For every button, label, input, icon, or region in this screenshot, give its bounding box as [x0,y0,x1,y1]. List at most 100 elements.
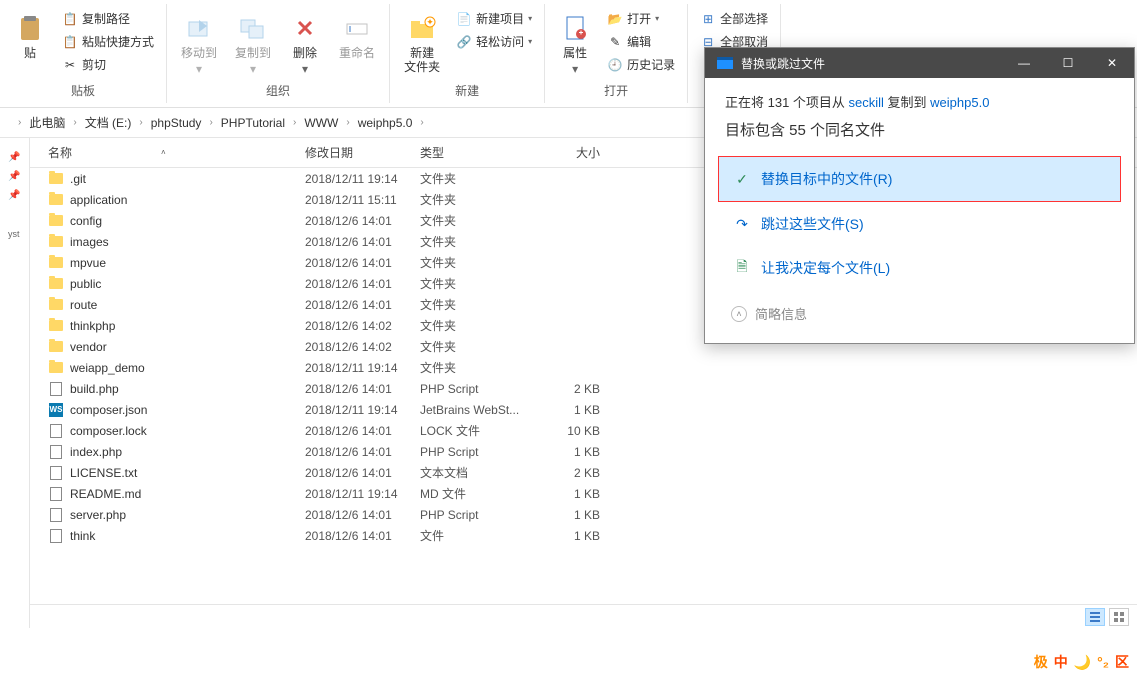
easy-access-button[interactable]: 🔗轻松访问▾ [452,31,536,52]
file-date: 2018/12/6 14:01 [305,445,420,459]
file-type: 文件夹 [420,275,540,292]
minimize-button[interactable]: — [1002,49,1046,77]
history-button[interactable]: 🕘历史记录 [603,54,679,75]
file-type: 文件夹 [420,296,540,313]
copy-path-button[interactable]: 📋复制路径 [58,8,158,29]
column-name[interactable]: 名称˄ [30,144,305,161]
new-item-button[interactable]: 📄新建项目▾ [452,8,536,29]
edit-button[interactable]: ✎编辑 [603,31,679,52]
folder-icon [48,171,64,187]
paste-shortcut-button[interactable]: 📋粘贴快捷方式 [58,31,158,52]
file-type: PHP Script [420,382,540,396]
folder-icon [48,213,64,229]
file-row[interactable]: README.md2018/12/11 19:14MD 文件1 KB [30,483,1137,504]
breadcrumb-item[interactable]: 此电脑 [27,114,67,131]
chevron-right-icon: › [203,117,218,128]
file-size: 2 KB [540,466,610,480]
select-all-button[interactable]: ⊞全部选择 [696,8,772,29]
chevron-right-icon: › [340,117,355,128]
folder-icon [48,276,64,292]
skip-option[interactable]: ↷ 跳过这些文件(S) [719,202,1120,246]
file-name: thinkphp [70,319,305,333]
dest-link[interactable]: weiphp5.0 [930,95,989,110]
statusbar [30,604,1137,628]
column-size[interactable]: 大小 [540,144,610,161]
file-type: PHP Script [420,445,540,459]
new-folder-button[interactable]: ✦ 新建 文件夹 [398,8,446,78]
source-link[interactable]: seckill [849,95,884,110]
file-type: 文件 [420,527,540,544]
navigation-sidebar[interactable]: 📌 📌 📌 yst [0,138,30,628]
file-icon [48,528,64,544]
file-row[interactable]: think2018/12/6 14:01文件1 KB [30,525,1137,546]
ribbon-group-organize: 移动到▾ 复制到▾ 删除▾ 重命名 组织 [167,4,390,103]
dialog-icon [717,55,733,71]
file-date: 2018/12/6 14:01 [305,424,420,438]
svg-text:✦: ✦ [426,17,434,27]
file-date: 2018/12/11 19:14 [305,172,420,186]
file-type: JetBrains WebSt... [420,403,540,417]
dialog-titlebar[interactable]: 替换或跳过文件 — ☐ ✕ [705,48,1134,78]
file-date: 2018/12/6 14:01 [305,508,420,522]
replace-option[interactable]: ✓ 替换目标中的文件(R) [718,156,1121,202]
file-row[interactable]: server.php2018/12/6 14:01PHP Script1 KB [30,504,1137,525]
file-name: server.php [70,508,305,522]
file-size: 1 KB [540,445,610,459]
file-size: 1 KB [540,487,610,501]
view-icons-button[interactable] [1109,608,1129,626]
pin-icon: 📌 [0,167,29,186]
file-type: 文件夹 [420,191,540,208]
open-button[interactable]: 📂打开▾ [603,8,679,29]
file-name: vendor [70,340,305,354]
file-icon [48,423,64,439]
decide-option[interactable]: 🗎 让我决定每个文件(L) [719,246,1120,290]
details-toggle[interactable]: ˄ 简略信息 [725,290,1114,329]
chevron-up-icon: ˄ [731,306,747,322]
file-row[interactable]: composer.lock2018/12/6 14:01LOCK 文件10 KB [30,420,1137,441]
webstorm-icon: WS [48,402,64,418]
close-button[interactable]: ✕ [1090,49,1134,77]
file-size: 2 KB [540,382,610,396]
breadcrumb-item[interactable]: phpStudy [149,116,204,130]
breadcrumb-item[interactable]: WWW [302,116,340,130]
file-type: PHP Script [420,508,540,522]
pin-icon: 📌 [0,186,29,205]
maximize-button[interactable]: ☐ [1046,49,1090,77]
file-row[interactable]: weiapp_demo2018/12/11 19:14文件夹 [30,357,1137,378]
breadcrumb-item[interactable]: 文档 (E:) [83,114,134,131]
file-row[interactable]: LICENSE.txt2018/12/6 14:01文本文档2 KB [30,462,1137,483]
file-icon [48,444,64,460]
breadcrumb-item[interactable]: PHPTutorial [219,116,287,130]
paste-button[interactable]: 贴 [8,8,52,64]
file-date: 2018/12/6 14:01 [305,298,420,312]
properties-button[interactable]: 属性▾ [553,8,597,80]
file-size: 10 KB [540,424,610,438]
file-name: public [70,277,305,291]
chevron-right-icon: › [287,117,302,128]
file-name: build.php [70,382,305,396]
file-name: index.php [70,445,305,459]
file-name: think [70,529,305,543]
file-row[interactable]: build.php2018/12/6 14:01PHP Script2 KB [30,378,1137,399]
view-details-button[interactable] [1085,608,1105,626]
ribbon-group-new: ✦ 新建 文件夹 📄新建项目▾ 🔗轻松访问▾ 新建 [390,4,545,103]
file-name: weiapp_demo [70,361,305,375]
sidebar-label: yst [0,225,29,243]
pin-icon: 📌 [0,148,29,167]
delete-button[interactable]: 删除▾ [283,8,327,80]
dialog-progress-info: 正在将 131 个项目从 seckill 复制到 weiphp5.0 [725,92,1114,111]
file-row[interactable]: index.php2018/12/6 14:01PHP Script1 KB [30,441,1137,462]
breadcrumb-item[interactable]: weiphp5.0 [356,116,415,130]
file-type: 文件夹 [420,317,540,334]
file-type: 文件夹 [420,233,540,250]
check-icon: ✓ [733,170,751,188]
column-date[interactable]: 修改日期 [305,144,420,161]
file-name: .git [70,172,305,186]
file-row[interactable]: WScomposer.json2018/12/11 19:14JetBrains… [30,399,1137,420]
file-name: LICENSE.txt [70,466,305,480]
column-type[interactable]: 类型 [420,144,540,161]
ribbon-group-open: 属性▾ 📂打开▾ ✎编辑 🕘历史记录 打开 [545,4,688,103]
file-name: images [70,235,305,249]
file-date: 2018/12/6 14:01 [305,529,420,543]
cut-button[interactable]: ✂剪切 [58,54,158,75]
